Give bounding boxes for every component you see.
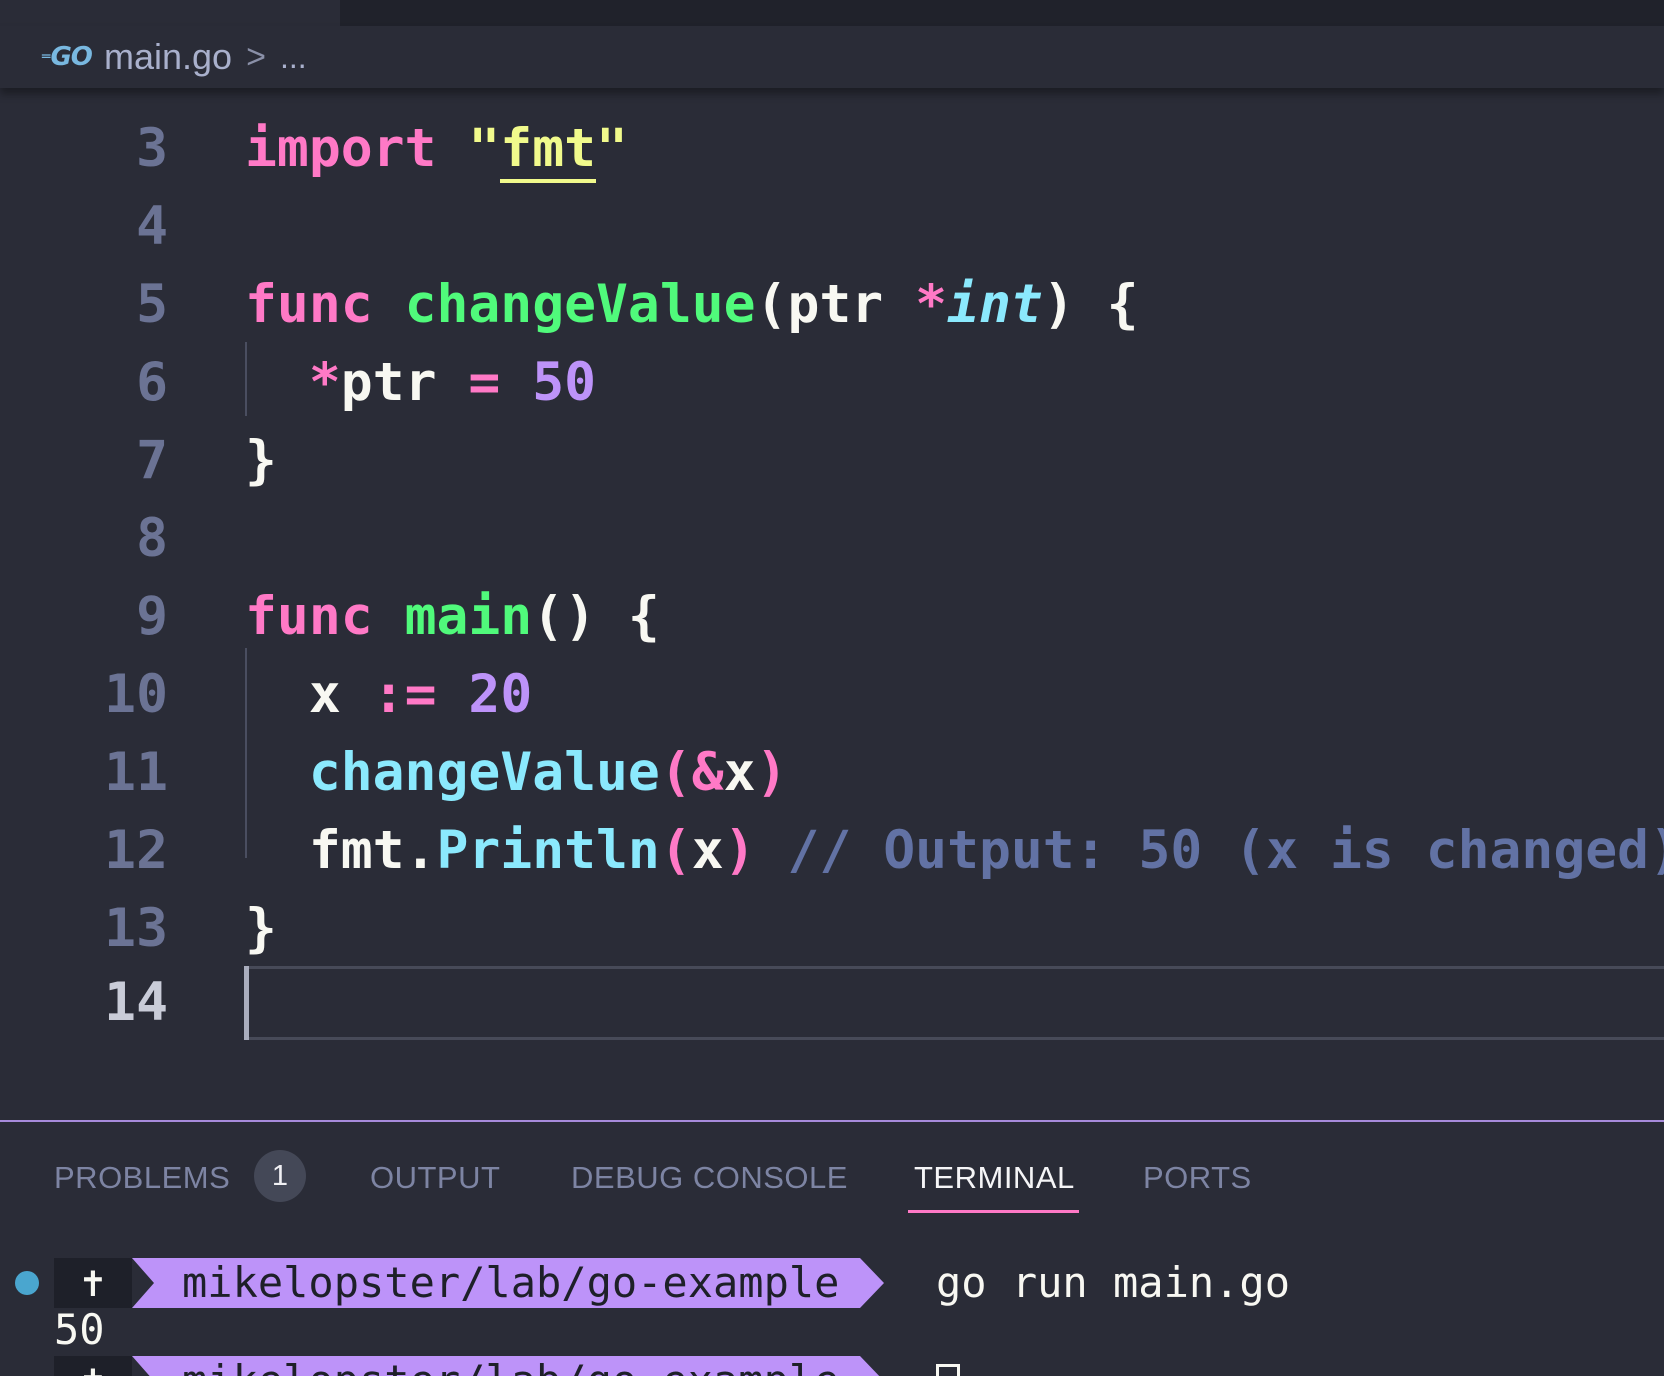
bottom-panel: PROBLEMS 1 OUTPUT DEBUG CONSOLE TERMINAL… [0,1120,1664,1376]
token-call: Println [436,820,660,881]
token-string: " [596,118,628,179]
token-plain: } [245,898,277,959]
token-operator: & [691,742,724,803]
line-number: 9 [136,586,168,647]
token-paren: ) [755,742,788,803]
code-line: 7 } [0,422,1664,500]
token-plain: (ptr [755,274,916,335]
code-line: 8 [0,500,1664,578]
token-keyword: func [245,274,373,335]
token-call: changeValue [308,742,660,803]
tab-ports[interactable]: PORTS [1143,1160,1252,1196]
editor-tab-strip [0,0,1664,26]
code-line-current: 14 [0,964,1664,1042]
token-paren: ( [659,820,692,881]
code-line: 13 } [0,890,1664,968]
token-type: int [947,274,1043,335]
token-string-import: fmt [500,118,597,183]
token-operator: = [468,352,501,413]
token-plain: } [245,430,277,491]
token-number: 20 [468,664,533,725]
token-number: 50 [532,352,597,413]
token-operator: * [915,274,948,335]
breadcrumb-more[interactable]: ... [280,39,307,76]
command-decoration-icon[interactable] [15,1271,39,1295]
token-plain: x [691,820,724,881]
code-line: 9 func main() { [0,578,1664,656]
terminal-prompt-line: ✝ mikelopster/lab/go-example go run main… [0,1258,1664,1308]
terminal-command: go run main.go [936,1258,1291,1307]
prompt-path: mikelopster/lab/go-example [132,1356,884,1376]
breadcrumb: ═ GO main.go > ... [0,26,1664,88]
code-line: 3 import "fmt" [0,110,1664,188]
terminal-cursor [936,1364,960,1376]
token-operator: * [308,352,341,413]
line-number: 3 [136,118,168,179]
token-function: changeValue [404,274,756,335]
token-operator: := [372,664,437,725]
editor-tab-main-go[interactable] [0,0,340,26]
line-number: 7 [136,430,168,491]
code-line: 11 changeValue(&x) [0,734,1664,812]
breadcrumb-file[interactable]: main.go [104,36,232,78]
line-number: 10 [104,664,168,725]
prompt-symbol-icon: ✝ [54,1356,132,1376]
token-plain: fmt. [308,820,437,881]
terminal-output: 50 [54,1305,105,1354]
code-line: 6 *ptr = 50 [0,344,1664,422]
code-line: 12 fmt.Println(x) // Output: 50 (x is ch… [0,812,1664,890]
token-keyword: import [245,118,437,179]
tab-output[interactable]: OUTPUT [370,1160,500,1196]
active-tab-indicator [908,1210,1079,1213]
token-plain: x [723,742,756,803]
line-number: 12 [104,820,168,881]
tab-debug-console[interactable]: DEBUG CONSOLE [571,1160,848,1196]
line-number: 13 [104,898,168,959]
line-number: 4 [136,196,168,257]
problems-count-badge: 1 [254,1150,306,1202]
code-line: 4 [0,188,1664,266]
line-number: 8 [136,508,168,569]
tab-terminal[interactable]: TERMINAL [914,1160,1075,1196]
token-plain: ) { [1042,274,1139,335]
line-number: 5 [136,274,168,335]
terminal-prompt-line: ✝ mikelopster/lab/go-example [0,1356,1664,1376]
code-editor[interactable]: 3 import "fmt" 4 5 func changeValue(ptr … [0,88,1664,1120]
line-number: 11 [104,742,168,803]
prompt-symbol-icon: ✝ [54,1258,132,1308]
line-number: 14 [104,972,168,1033]
token-plain: ptr [340,352,469,413]
line-number: 6 [136,352,168,413]
token-paren: ) [723,820,756,881]
breadcrumb-separator-icon: > [246,37,266,76]
token-keyword: func [245,586,373,647]
go-file-icon: ═ GO [42,42,93,72]
prompt-path: mikelopster/lab/go-example [132,1258,884,1308]
text-cursor [244,966,249,1040]
token-string: " [468,118,501,179]
token-function: main [404,586,533,647]
code-line: 10 x := 20 [0,656,1664,734]
token-plain: x [308,664,373,725]
token-plain: () { [532,586,660,647]
code-line: 5 func changeValue(ptr *int) { [0,266,1664,344]
tab-problems[interactable]: PROBLEMS [54,1160,230,1196]
token-comment: // Output: 50 (x is changed) [787,820,1664,881]
panel-tabs: PROBLEMS 1 OUTPUT DEBUG CONSOLE TERMINAL… [0,1122,1664,1222]
token-paren: ( [659,742,692,803]
